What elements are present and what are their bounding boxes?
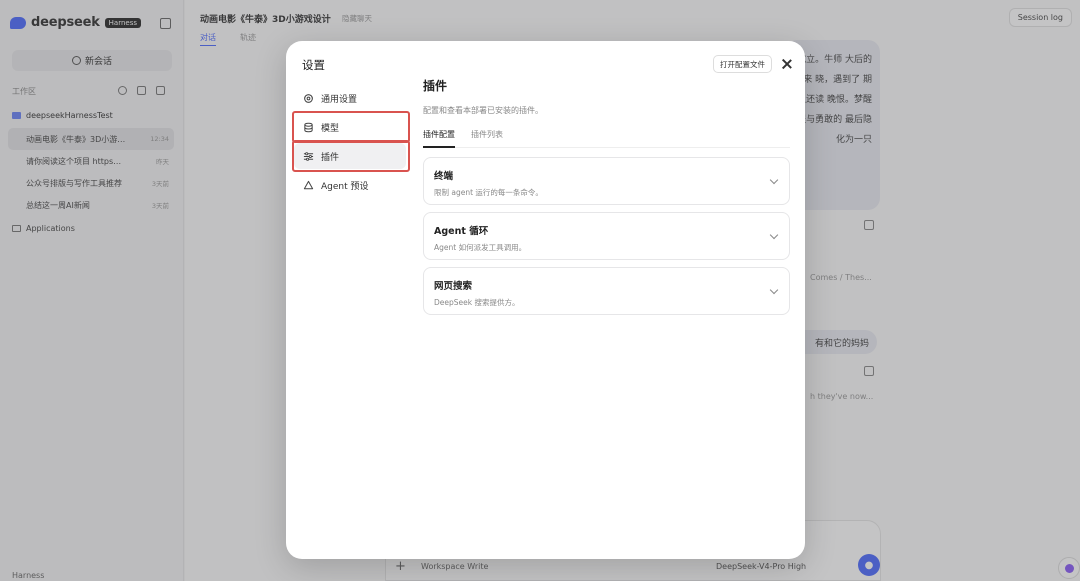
plugin-tabs: 插件配置 插件列表 bbox=[423, 129, 790, 148]
card-description: Agent 如何派发工具调用。 bbox=[434, 243, 527, 252]
settings-nav: 通用设置 模型 插件 Agent 预设 bbox=[292, 85, 410, 201]
plugin-cards: 终端 限制 agent 运行的每一条命令。 Agent 循环 Agent 如何派… bbox=[423, 157, 790, 315]
plugin-card-terminal[interactable]: 终端 限制 agent 运行的每一条命令。 bbox=[423, 157, 790, 205]
nav-item-agent-presets[interactable]: Agent 预设 bbox=[294, 172, 406, 198]
open-config-file-button[interactable]: 打开配置文件 bbox=[713, 55, 772, 73]
content-description: 配置和查看本部署已安装的插件。 bbox=[423, 106, 543, 115]
database-icon bbox=[302, 121, 314, 133]
nav-item-model[interactable]: 模型 bbox=[292, 111, 410, 143]
nav-item-plugins[interactable]: 插件 bbox=[292, 140, 410, 172]
modal-title: 设置 bbox=[302, 58, 325, 72]
card-description: 限制 agent 运行的每一条命令。 bbox=[434, 188, 543, 197]
card-title: Agent 循环 bbox=[434, 226, 489, 237]
nav-label: 通用设置 bbox=[321, 94, 358, 105]
settings-content: 插件 配置和查看本部署已安装的插件。 插件配置 插件列表 终端 限制 agent… bbox=[423, 77, 790, 322]
card-title: 网页搜索 bbox=[434, 281, 473, 292]
gear-icon bbox=[302, 92, 314, 104]
card-description: DeepSeek 搜索提供方。 bbox=[434, 298, 520, 307]
close-icon[interactable] bbox=[780, 57, 794, 71]
nav-label: 插件 bbox=[321, 152, 340, 163]
nav-label: 模型 bbox=[321, 123, 340, 134]
plugin-card-web-search[interactable]: 网页搜索 DeepSeek 搜索提供方。 bbox=[423, 267, 790, 315]
nav-label: Agent 预设 bbox=[321, 181, 369, 192]
tab-plugin-config[interactable]: 插件配置 bbox=[423, 129, 455, 148]
nav-item-general[interactable]: 通用设置 bbox=[294, 85, 406, 111]
settings-modal: 设置 打开配置文件 通用设置 模型 插件 Agent 预设 插件 配置和查看本部… bbox=[286, 41, 805, 559]
card-title: 终端 bbox=[434, 171, 454, 182]
plugin-card-agent-loop[interactable]: Agent 循环 Agent 如何派发工具调用。 bbox=[423, 212, 790, 260]
sliders-icon bbox=[302, 150, 314, 162]
tab-plugin-list[interactable]: 插件列表 bbox=[471, 129, 503, 147]
recycle-icon bbox=[302, 179, 314, 191]
content-title: 插件 bbox=[423, 79, 448, 93]
